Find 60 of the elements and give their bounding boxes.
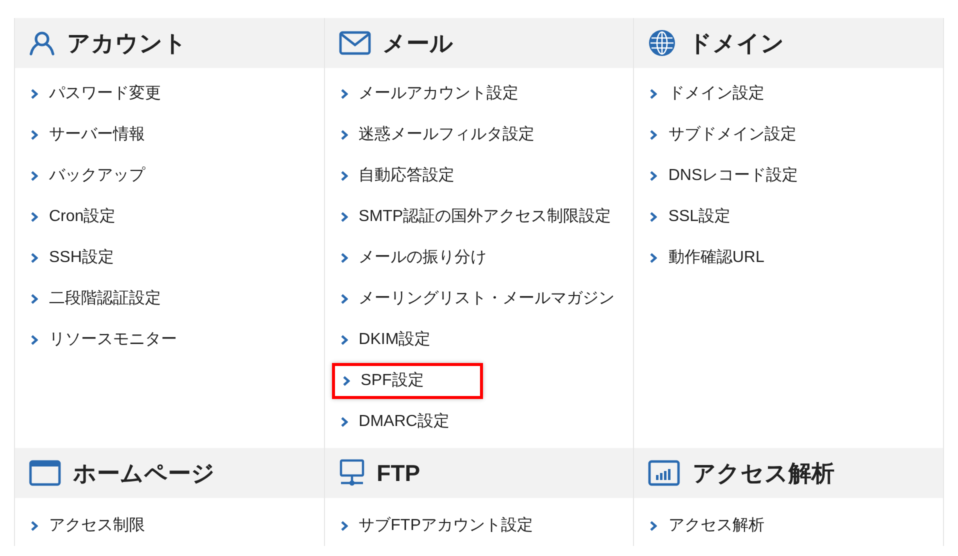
chevron-icon [340, 334, 348, 344]
menu-link[interactable]: バックアップ [31, 164, 145, 188]
chevron-icon [340, 416, 348, 426]
chevron-icon [650, 520, 658, 530]
menu-link[interactable]: サブFTPアカウント設定 [340, 514, 533, 538]
chevron-icon [340, 252, 348, 262]
menu-link[interactable]: Cron設定 [31, 204, 116, 228]
chevron-icon [31, 294, 38, 304]
section-title: アクセス解析 [692, 458, 834, 488]
chevron-icon [340, 520, 348, 530]
chevron-icon [31, 212, 38, 222]
monitor-network-icon [338, 459, 365, 487]
globe-icon [648, 29, 676, 57]
menu-link[interactable]: サブドメイン設定 [650, 122, 796, 146]
person-icon [29, 30, 55, 56]
chevron-icon [31, 88, 38, 98]
menu-link[interactable]: 自動応答設定 [340, 164, 455, 188]
menu-link[interactable]: ドメイン設定 [650, 82, 764, 106]
chevron-icon [340, 212, 348, 222]
chevron-icon [650, 252, 658, 262]
chevron-icon [650, 212, 658, 222]
chevron-icon [340, 88, 348, 98]
section-title: メール [382, 28, 454, 58]
menu-link[interactable]: メールの振り分け [340, 246, 487, 270]
chevron-icon [340, 130, 348, 140]
section-title: ドメイン [688, 28, 784, 58]
chevron-icon [650, 130, 658, 140]
chevron-icon [340, 294, 348, 304]
menu-link[interactable]: DKIM設定 [340, 328, 431, 352]
menu-link[interactable]: SSL設定 [650, 204, 731, 228]
chevron-icon [342, 376, 350, 386]
chevron-icon [650, 88, 658, 98]
chevron-icon [31, 252, 38, 262]
section-title: アカウント [67, 28, 187, 58]
menu-link[interactable]: サーバー情報 [31, 122, 145, 146]
menu-link[interactable]: 動作確認URL [650, 246, 764, 270]
menu-link[interactable]: DNSレコード設定 [650, 164, 798, 188]
menu-link[interactable]: SSH設定 [31, 246, 114, 270]
bar-chart-icon [648, 460, 680, 486]
section-title: ホームページ [73, 458, 215, 488]
menu-link[interactable]: メーリングリスト・メールマガジン [340, 286, 615, 310]
menu-link[interactable]: メールアカウント設定 [340, 82, 519, 106]
menu-link[interactable]: DMARC設定 [340, 410, 450, 434]
menu-link[interactable]: リソースモニター [31, 328, 177, 352]
chevron-icon [31, 334, 38, 344]
chevron-icon [31, 130, 38, 140]
menu-link[interactable]: アクセス制限 [31, 514, 145, 538]
browser-window-icon [29, 460, 61, 486]
chevron-icon [31, 170, 38, 180]
menu-link[interactable]: SPF設定 [332, 362, 483, 398]
menu-link[interactable]: アクセス解析 [650, 514, 764, 538]
chevron-icon [31, 520, 38, 530]
menu-link[interactable]: 二段階認証設定 [31, 286, 161, 310]
chevron-icon [650, 170, 658, 180]
menu-link[interactable]: 迷惑メールフィルタ設定 [340, 122, 535, 146]
section-title: FTP [376, 458, 420, 488]
chevron-icon [340, 170, 348, 180]
menu-link[interactable]: パスワード変更 [31, 82, 161, 106]
mail-icon [338, 31, 371, 55]
menu-link[interactable]: SMTP認証の国外アクセス制限設定 [340, 204, 612, 228]
